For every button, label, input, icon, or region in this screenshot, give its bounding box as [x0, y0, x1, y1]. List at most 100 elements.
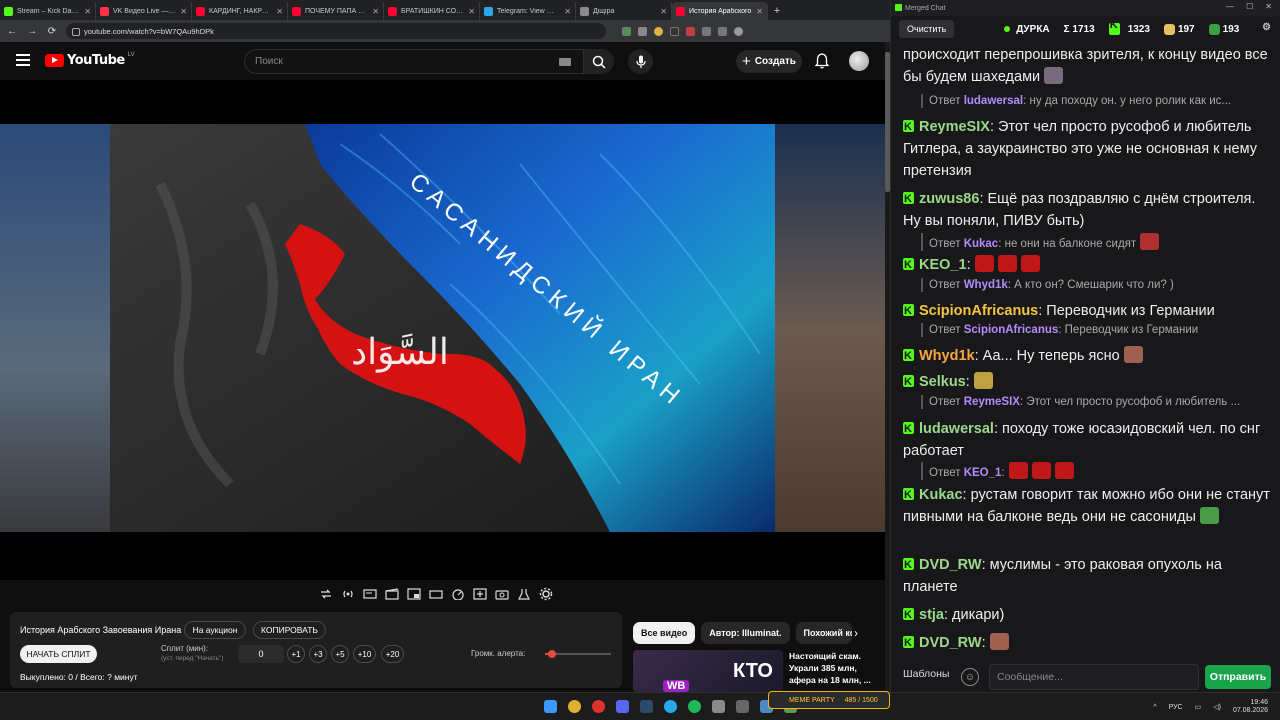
clock[interactable]: 19:46 07.08.2026 [1233, 699, 1268, 715]
auction-button[interactable]: На аукцион [184, 621, 246, 639]
pip-icon[interactable] [406, 586, 422, 602]
clapperboard-icon[interactable] [384, 586, 400, 602]
chip-similar[interactable]: Похожий ко [795, 622, 852, 644]
extension-icon[interactable] [718, 26, 727, 36]
video-player[interactable]: السَّوَاد САСАНИДСКИЙ ИРАН [0, 80, 885, 580]
reload-button[interactable]: ⟳ [46, 26, 58, 37]
chat-close-button[interactable]: ✕ [1265, 2, 1272, 11]
new-tab-button[interactable]: + [768, 2, 786, 20]
extension-icon[interactable] [622, 26, 631, 36]
chat-username[interactable]: ReymeSIX [919, 119, 990, 135]
emoji-icon[interactable]: ☺ [961, 668, 979, 686]
extension-icon[interactable] [702, 26, 711, 36]
tab-close-icon[interactable]: ✕ [756, 7, 763, 16]
add-frame-icon[interactable] [472, 586, 488, 602]
spotify-icon[interactable] [688, 700, 701, 713]
chat-username[interactable]: Selkus [919, 374, 966, 390]
browser-tab[interactable]: Stream – Kick Dashboard ✕ [0, 2, 96, 20]
alert-volume-knob[interactable] [547, 650, 556, 658]
gear-icon[interactable] [538, 586, 554, 602]
templates-button[interactable]: Шаблоны [903, 668, 949, 680]
tab-close-icon[interactable]: ✕ [84, 7, 91, 16]
clear-chat-button[interactable]: Очистить [899, 20, 955, 38]
language-indicator[interactable]: РУС [1169, 704, 1183, 711]
chat-username[interactable]: KEO_1 [919, 257, 967, 273]
tab-close-icon[interactable]: ✕ [276, 7, 283, 16]
screenshot-icon[interactable] [494, 586, 510, 602]
chat-username[interactable]: DVD_RW [919, 557, 982, 573]
notifications-bell-icon[interactable] [815, 53, 829, 69]
browser-tab[interactable]: Telegram: View @good ✕ [480, 2, 576, 20]
send-button[interactable]: Отправить [1205, 665, 1271, 689]
alert-volume-slider[interactable] [545, 650, 611, 658]
tab-close-icon[interactable]: ✕ [180, 7, 187, 16]
extension-icon[interactable] [670, 26, 679, 36]
playlist-icon[interactable] [362, 586, 378, 602]
increment-button-3[interactable]: +3 [309, 645, 327, 663]
increment-button-20[interactable]: +20 [381, 645, 404, 663]
search-button[interactable] [584, 49, 614, 74]
app-icon[interactable] [736, 700, 749, 713]
telegram-icon[interactable] [664, 700, 677, 713]
steam-icon[interactable] [640, 700, 653, 713]
youtube-logo[interactable]: YouTube LV [45, 52, 135, 68]
chat-minimize-button[interactable]: — [1226, 2, 1234, 11]
tab-close-icon[interactable]: ✕ [468, 7, 475, 16]
browser-tab[interactable]: БРАТИШКИН СОЗДАЛ ✕ [384, 2, 480, 20]
search-input[interactable]: Поиск [244, 49, 584, 74]
extension-icon[interactable] [654, 26, 663, 36]
chevron-right-icon[interactable]: › [854, 626, 858, 640]
create-button[interactable]: + Создать [736, 50, 802, 73]
loop-icon[interactable] [318, 586, 334, 602]
chat-username[interactable]: ludawersal [919, 421, 994, 437]
copy-button[interactable]: КОПИРОВАТЬ [253, 621, 326, 639]
tab-close-icon[interactable]: ✕ [564, 7, 571, 16]
network-icon[interactable]: ▭ [1195, 703, 1202, 711]
start-split-button[interactable]: НАЧАТЬ СПЛИТ [20, 645, 97, 663]
increment-button-1[interactable]: +1 [287, 645, 305, 663]
theater-icon[interactable] [428, 586, 444, 602]
browser-tab[interactable]: ПОЧЕМУ ПАПА ТЕБЯ ✕ [288, 2, 384, 20]
account-avatar[interactable] [849, 51, 869, 71]
broadcast-icon[interactable] [340, 586, 356, 602]
browser-tab[interactable]: КАРДИНГ, НАКРУТКА ✕ [192, 2, 288, 20]
chat-username[interactable]: ScipionAfricanus [919, 303, 1038, 319]
app-icon[interactable] [712, 700, 725, 713]
windows-start-icon[interactable] [544, 700, 557, 713]
extension-icon[interactable] [638, 26, 647, 36]
chip-author[interactable]: Автор: Illuminat. [701, 622, 790, 644]
keyboard-icon[interactable] [559, 58, 571, 66]
split-minutes-input[interactable]: 0 [238, 645, 284, 663]
discord-icon[interactable] [616, 700, 629, 713]
chat-username[interactable]: zuwus86 [919, 191, 979, 207]
message-input[interactable] [989, 664, 1199, 690]
settings-gear-icon[interactable]: ⚙ [1262, 22, 1271, 33]
tab-close-icon[interactable]: ✕ [660, 7, 667, 16]
back-button[interactable]: ← [6, 26, 18, 37]
chat-username[interactable]: stja [919, 607, 944, 623]
extension-icon[interactable] [734, 26, 743, 36]
speed-icon[interactable] [450, 586, 466, 602]
opera-icon[interactable] [592, 700, 605, 713]
chat-username[interactable]: DVD_RW [919, 635, 982, 651]
browser-tab[interactable]: VK Видео Live — стриминг ✕ [96, 2, 192, 20]
chrome-icon[interactable] [568, 700, 581, 713]
recommendation-title[interactable]: Настоящий скам. Украли 385 млн, афера на… [789, 650, 881, 686]
tab-close-icon[interactable]: ✕ [372, 7, 379, 16]
browser-tab[interactable]: История Арабского ✕ [672, 2, 768, 20]
meme-party-widget[interactable]: MEME PARTY 485 / 1500 [768, 691, 890, 709]
tray-expand-icon[interactable]: ^ [1153, 704, 1156, 711]
forward-button[interactable]: → [26, 26, 38, 37]
recommendation-thumbnail[interactable]: КТО WB [633, 650, 783, 692]
increment-button-5[interactable]: +5 [331, 645, 349, 663]
flask-icon[interactable] [516, 586, 532, 602]
browser-tab[interactable]: Дiщiра ✕ [576, 2, 672, 20]
chat-username[interactable]: Whyd1k [919, 348, 975, 364]
increment-button-10[interactable]: +10 [353, 645, 376, 663]
extension-icon[interactable] [686, 26, 695, 36]
chip-all-videos[interactable]: Все видео [633, 622, 696, 644]
voice-search-button[interactable] [628, 49, 653, 74]
volume-icon[interactable]: ◁) [1213, 703, 1221, 711]
url-field[interactable]: youtube.com/watch?v=bW7QAu9hDPk [66, 23, 606, 39]
chat-maximize-button[interactable]: ☐ [1246, 2, 1253, 11]
